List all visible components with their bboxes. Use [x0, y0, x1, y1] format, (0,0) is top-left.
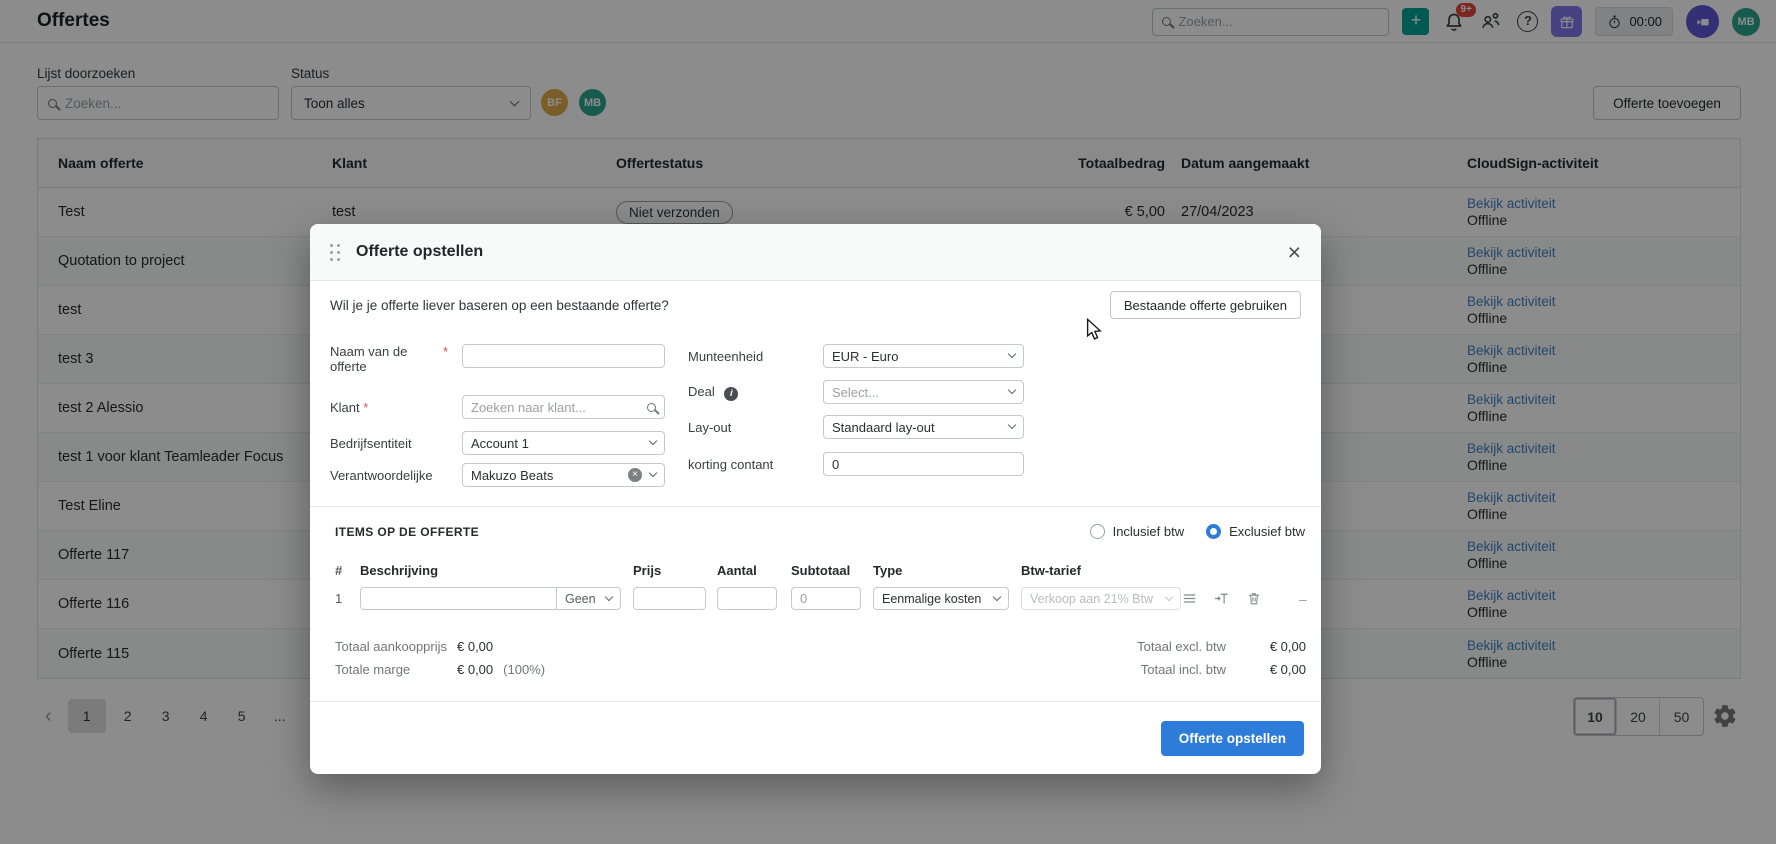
field-label-bedrijfsentiteit: Bedrijfsentiteit — [330, 435, 412, 451]
currency-select[interactable]: EUR - Euro — [823, 344, 1024, 368]
search-icon — [647, 402, 656, 412]
required-asterisk: * — [442, 344, 448, 359]
chevron-down-icon — [648, 468, 658, 478]
field-label-naam: Naam van de offerte * — [330, 344, 448, 374]
section-divider — [310, 506, 1321, 507]
field-label-klant: Klant * — [330, 399, 369, 415]
modal-title: Offerte opstellen — [356, 243, 484, 260]
item-margin-select[interactable]: Geen — [556, 587, 621, 610]
radio-icon — [1089, 524, 1105, 539]
field-label-verantwoordelijke: Verantwoordelijke — [330, 467, 433, 483]
deal-placeholder: Select... — [832, 384, 879, 400]
item-type-select[interactable]: Eenmalige kosten — [873, 587, 1009, 610]
base-on-existing-question: Wil je je offerte liever baseren op een … — [330, 297, 669, 313]
chevron-down-icon — [1164, 592, 1174, 601]
client-search-input[interactable] — [462, 395, 665, 419]
margin-percent: (100%) — [503, 662, 546, 677]
deal-select[interactable]: Select... — [823, 380, 1024, 404]
item-row-actions: – — [1181, 590, 1307, 607]
required-asterisk: * — [363, 399, 369, 415]
cash-discount-input[interactable] — [823, 452, 1024, 476]
company-entity-select[interactable]: Account 1 — [462, 431, 665, 455]
items-column-headers: # Beschrijving Prijs Aantal Subtotaal Ty… — [335, 563, 1081, 578]
total-incl-label: Totaal incl. btw — [1140, 662, 1226, 677]
radio-exclusief-btw[interactable]: Exclusief btw — [1206, 524, 1305, 539]
chevron-down-icon — [1007, 385, 1017, 395]
client-search-field[interactable] — [471, 399, 641, 415]
total-excl-label: Totaal excl. btw — [1137, 639, 1226, 654]
drag-rows-icon[interactable] — [1181, 590, 1198, 607]
totals-right: Totaal excl. btw € 0,00 Totaal incl. btw… — [1056, 639, 1306, 685]
item-description-field[interactable] — [369, 591, 548, 606]
item-quantity-field[interactable] — [726, 591, 768, 606]
quote-name-field[interactable] — [471, 348, 656, 364]
item-price-input[interactable] — [633, 587, 706, 610]
item-vat-select[interactable]: Verkoop aan 21% Btw — [1021, 587, 1181, 610]
currency-value: EUR - Euro — [832, 348, 899, 364]
responsible-select[interactable]: Makuzo Beats × — [462, 463, 665, 487]
create-quote-submit-button[interactable]: Offerte opstellen — [1160, 721, 1304, 756]
modal-subheader: Wil je je offerte liever baseren op een … — [330, 291, 1301, 319]
chevron-down-icon — [1007, 420, 1017, 430]
item-price-field[interactable] — [642, 591, 697, 606]
field-label-korting: korting contant — [688, 456, 774, 472]
responsible-value: Makuzo Beats — [471, 467, 554, 483]
field-label-layout: Lay-out — [688, 419, 732, 435]
item-subtotal-input — [791, 587, 861, 610]
info-icon: i — [724, 386, 739, 401]
mouse-cursor — [1086, 318, 1103, 340]
item-number: 1 — [335, 591, 343, 606]
create-quote-modal: Offerte opstellen × Wil je je offerte li… — [310, 224, 1321, 774]
radio-inclusief-btw[interactable]: Inclusief btw — [1089, 524, 1184, 539]
company-entity-value: Account 1 — [471, 435, 529, 451]
quote-name-input[interactable] — [462, 344, 665, 368]
chevron-down-icon — [648, 436, 658, 446]
purchase-total-value: € 0,00 — [457, 639, 494, 654]
totals-section: Totaal aankoopprijs € 0,00 Totale marge … — [335, 639, 1306, 685]
trash-icon[interactable] — [1246, 590, 1262, 607]
margin-total-value: € 0,00 — [457, 662, 494, 677]
close-icon[interactable]: × — [1288, 240, 1301, 264]
item-quantity-input[interactable] — [717, 587, 777, 610]
item-description-input[interactable] — [360, 587, 557, 610]
purchase-total-label: Totaal aankoopprijs — [335, 639, 448, 654]
layout-value: Standaard lay-out — [832, 419, 935, 435]
total-incl-value: € 0,00 — [1269, 662, 1306, 677]
total-excl-value: € 0,00 — [1269, 639, 1306, 654]
items-section-header: ITEMS OP DE OFFERTE Inclusief btw Exclus… — [335, 524, 1305, 539]
modal-header: Offerte opstellen × — [310, 224, 1321, 281]
margin-total-label: Totale marge — [335, 662, 411, 677]
use-existing-quote-button[interactable]: Bestaande offerte gebruiken — [1109, 291, 1301, 319]
radio-selected-icon — [1206, 524, 1222, 539]
totals-left: Totaal aankoopprijs € 0,00 Totale marge … — [335, 639, 545, 685]
collapse-dash-icon[interactable]: – — [1299, 591, 1307, 607]
chevron-down-icon — [604, 592, 614, 601]
cash-discount-field[interactable] — [832, 456, 1015, 472]
item-row: 1 Geen Eenmalige kosten Verkoop aan 21% … — [335, 587, 1307, 610]
insert-text-line-icon[interactable] — [1213, 590, 1231, 607]
items-heading: ITEMS OP DE OFFERTE — [335, 524, 480, 539]
chevron-down-icon — [1007, 349, 1017, 359]
vat-mode-radios: Inclusief btw Exclusief btw — [1089, 524, 1305, 539]
item-subtotal-field — [800, 591, 852, 606]
footer-divider — [310, 701, 1321, 702]
clear-icon[interactable]: × — [628, 468, 642, 482]
field-label-munteenheid: Munteenheid — [688, 348, 764, 364]
field-label-deal: Deal i — [688, 384, 823, 401]
layout-select[interactable]: Standaard lay-out — [823, 415, 1024, 439]
drag-handle-icon[interactable] — [330, 243, 340, 261]
chevron-down-icon — [992, 592, 1002, 601]
